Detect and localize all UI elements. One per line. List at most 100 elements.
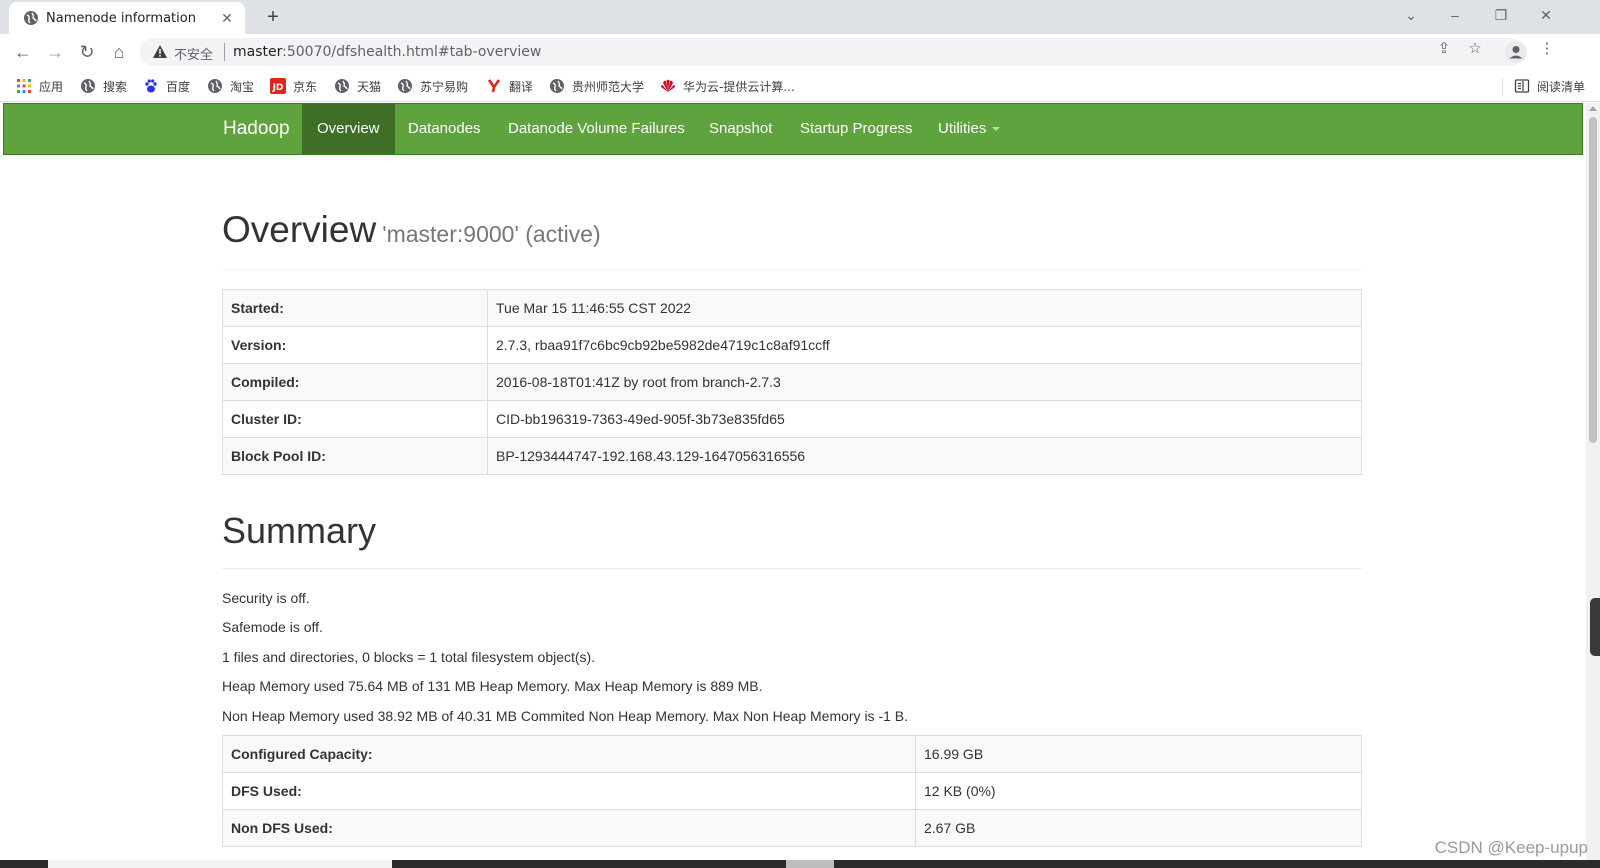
back-icon[interactable]: ← xyxy=(11,40,35,64)
summary-line: Safemode is off. xyxy=(222,619,323,635)
browser-toolbar: ← → ↻ ⌂ 不安全 master:50070/dfshealth.html#… xyxy=(0,34,1600,70)
summary-line: 1 files and directories, 0 blocks = 1 to… xyxy=(222,649,596,665)
taskbar-window[interactable] xyxy=(48,860,392,868)
browser-menu-icon[interactable]: ⋮ xyxy=(1538,40,1556,58)
window-close-icon[interactable]: ✕ xyxy=(1531,4,1561,26)
new-tab-button[interactable]: + xyxy=(262,6,284,28)
bookmark-label: 百度 xyxy=(166,79,191,94)
youdao-icon xyxy=(487,79,501,93)
bookmark-translate[interactable]: 翻译 xyxy=(486,76,533,96)
bookmarks-divider xyxy=(1502,78,1503,96)
hadoop-navbar: Hadoop Overview Datanodes Datanode Volum… xyxy=(3,103,1583,155)
bookmark-label: 应用 xyxy=(39,79,64,94)
bookmark-baidu[interactable]: 百度 xyxy=(143,76,190,96)
overview-subtitle: 'master:9000' (active) xyxy=(382,221,601,247)
bookmark-label: 京东 xyxy=(293,79,318,94)
address-bar[interactable]: 不安全 master:50070/dfshealth.html#tab-over… xyxy=(140,38,1524,66)
table-value: Tue Mar 15 11:46:55 CST 2022 xyxy=(487,289,1362,327)
table-value: 12 KB (0%) xyxy=(915,772,1362,810)
summary-line: Non Heap Memory used 38.92 MB of 40.31 M… xyxy=(222,708,909,724)
reading-list-label: 阅读清单 xyxy=(1537,79,1586,94)
scroll-up-icon[interactable] xyxy=(1589,106,1597,111)
forward-icon[interactable]: → xyxy=(43,40,67,64)
side-widget[interactable] xyxy=(1590,598,1600,656)
bookmark-jd[interactable]: JD 京东 xyxy=(270,76,317,96)
nav-utilities[interactable]: Utilities xyxy=(923,104,1015,154)
profile-avatar-icon[interactable] xyxy=(1505,41,1527,63)
home-icon[interactable]: ⌂ xyxy=(107,40,131,64)
huawei-icon xyxy=(661,79,675,92)
bookmark-gznu[interactable]: 贵州师范大学 xyxy=(549,76,644,96)
table-row: Block Pool ID: BP-1293444747-192.168.43.1… xyxy=(222,437,1362,475)
nav-snapshot[interactable]: Snapshot xyxy=(694,104,787,154)
minimize-icon[interactable]: – xyxy=(1440,4,1470,26)
globe-icon xyxy=(208,79,222,93)
bookmark-taobao[interactable]: 淘宝 xyxy=(207,76,254,96)
globe-icon xyxy=(81,79,95,93)
globe-icon xyxy=(398,79,412,93)
summary-line: Heap Memory used 75.64 MB of 131 MB Heap… xyxy=(222,678,763,694)
bookmark-label: 淘宝 xyxy=(230,79,255,94)
page-scrollbar[interactable] xyxy=(1586,103,1600,860)
bookmark-label: 翻译 xyxy=(509,79,534,94)
table-key: Block Pool ID: xyxy=(222,437,488,475)
bookmark-apps[interactable]: 应用 xyxy=(16,76,63,96)
summary-heading: Summary xyxy=(222,510,377,551)
overview-title: Overview xyxy=(222,209,377,250)
tab-search-chevron-icon[interactable]: ⌄ xyxy=(1396,4,1426,26)
nav-datanode-volume-failures[interactable]: Datanode Volume Failures xyxy=(493,104,700,154)
warning-triangle-icon xyxy=(153,45,167,58)
bookmark-label: 华为云-提供云计算... xyxy=(683,79,795,94)
bookmark-label: 贵州师范大学 xyxy=(572,79,645,94)
bookmarks-bar: 应用 搜索 百度 淘宝 JD 京东 天猫 苏宁易购 翻译 贵州师范大学 华为云-… xyxy=(0,70,1600,102)
table-row: Non DFS Used: 2.67 GB xyxy=(222,809,1362,847)
table-key: Compiled: xyxy=(222,363,488,401)
heading-rule xyxy=(222,269,1362,270)
globe-icon xyxy=(335,79,349,93)
table-row: Cluster ID: CID-bb196319-7363-49ed-905f-3… xyxy=(222,400,1362,438)
nav-datanodes[interactable]: Datanodes xyxy=(393,104,496,154)
bookmark-star-icon[interactable]: ☆ xyxy=(1466,40,1484,58)
bookmark-label: 天猫 xyxy=(357,79,382,94)
bookmark-huawei-cloud[interactable]: 华为云-提供云计算... xyxy=(660,76,795,96)
omnibox-divider xyxy=(224,43,225,61)
hadoop-brand[interactable]: Hadoop xyxy=(223,118,290,140)
svg-text:JD: JD xyxy=(272,83,284,93)
page-viewport: Hadoop Overview Datanodes Datanode Volum… xyxy=(3,103,1586,860)
share-icon[interactable]: ⇪ xyxy=(1435,40,1453,58)
table-row: Configured Capacity: 16.99 GB xyxy=(222,735,1362,773)
table-key: Non DFS Used: xyxy=(222,809,916,847)
reading-list[interactable]: 阅读清单 xyxy=(1514,76,1585,96)
nav-startup-progress[interactable]: Startup Progress xyxy=(785,104,928,154)
browser-tab[interactable]: Namenode information ✕ xyxy=(9,2,245,34)
table-key: DFS Used: xyxy=(222,772,916,810)
globe-icon xyxy=(24,11,38,25)
close-tab-icon[interactable]: ✕ xyxy=(219,10,235,26)
reload-icon[interactable]: ↻ xyxy=(75,40,99,64)
apps-grid-icon xyxy=(17,79,31,93)
watermark: CSDN @Keep-upup xyxy=(1434,838,1588,857)
table-value: 16.99 GB xyxy=(915,735,1362,773)
summary-line: Security is off. xyxy=(222,590,310,606)
table-row: Started: Tue Mar 15 11:46:55 CST 2022 xyxy=(222,289,1362,327)
table-row: DFS Used: 12 KB (0%) xyxy=(222,772,1362,810)
table-row: Compiled: 2016-08-18T01:41Z by root from … xyxy=(222,363,1362,401)
bookmark-label: 苏宁易购 xyxy=(420,79,469,94)
table-value: 2.7.3, rbaa91f7c6bc9cb92be5982de4719c1c8… xyxy=(487,326,1362,364)
heading-rule xyxy=(222,568,1362,569)
bookmark-tmall[interactable]: 天猫 xyxy=(334,76,381,96)
overview-table: Started: Tue Mar 15 11:46:55 CST 2022 Ver… xyxy=(222,289,1362,475)
bookmark-search[interactable]: 搜索 xyxy=(80,76,127,96)
table-value: BP-1293444747-192.168.43.129-16470563165… xyxy=(487,437,1362,475)
tab-title: Namenode information xyxy=(46,11,196,26)
url-text[interactable]: master:50070/dfshealth.html#tab-overview xyxy=(233,44,541,60)
bookmark-label: 搜索 xyxy=(103,79,128,94)
url-host: master xyxy=(233,44,283,60)
taskbar-strip xyxy=(0,860,1600,868)
taskbar-window[interactable] xyxy=(786,860,834,868)
table-key: Version: xyxy=(222,326,488,364)
bookmark-suning[interactable]: 苏宁易购 xyxy=(397,76,468,96)
nav-overview[interactable]: Overview xyxy=(302,104,395,154)
scrollbar-thumb[interactable] xyxy=(1589,117,1597,443)
restore-icon[interactable]: ❐ xyxy=(1486,4,1516,26)
